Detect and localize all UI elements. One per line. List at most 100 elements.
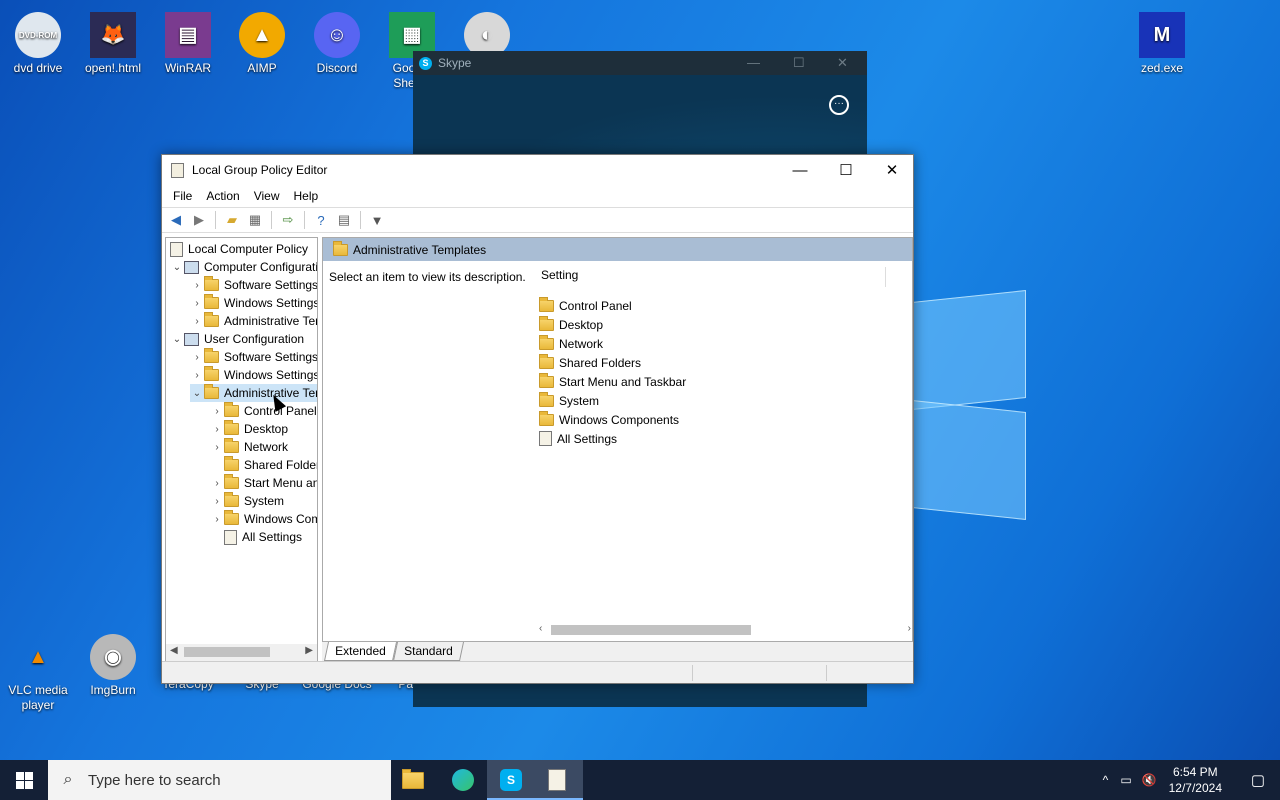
up-folder-icon[interactable]: ▰ xyxy=(222,210,242,230)
show-hide-tree-icon[interactable]: ▦ xyxy=(245,210,265,230)
volume-muted-icon[interactable]: 🔇 xyxy=(1142,773,1157,787)
tree-item[interactable]: › Desktop xyxy=(210,420,288,438)
tree-item[interactable]: › Software Settings xyxy=(190,276,317,294)
expand-arrow-icon[interactable]: › xyxy=(210,442,224,453)
list-item[interactable]: All Settings xyxy=(539,429,617,448)
desktop-icon-open[interactable]: 🦊 open!.html xyxy=(75,8,151,76)
tree-scrollbar[interactable]: ◀ ▶ xyxy=(166,644,317,661)
console-tree[interactable]: Local Computer Policy ⌄ Computer Configura… xyxy=(165,237,318,662)
tab-standard[interactable]: Standard xyxy=(392,642,464,661)
expand-arrow-icon[interactable]: › xyxy=(190,298,204,309)
desktop-icon-discord[interactable]: ☺ Discord xyxy=(299,8,375,76)
desktop-icon-dvd[interactable]: DVD-ROM dvd drive xyxy=(0,8,76,76)
desktop-icon-aimp[interactable]: ▲ AIMP xyxy=(224,8,300,76)
menu-action[interactable]: Action xyxy=(199,189,246,203)
gpe-taskbar-button[interactable] xyxy=(535,760,583,800)
folder-icon xyxy=(224,492,239,507)
maximize-button[interactable]: ☐ xyxy=(823,155,869,185)
tree-item[interactable]: › Software Settings xyxy=(190,348,317,366)
setting-column-header[interactable]: Setting xyxy=(541,268,578,282)
close-button[interactable]: ✕ xyxy=(869,155,915,185)
expand-arrow-icon[interactable]: ⌄ xyxy=(170,334,184,345)
desktop-icon-winrar[interactable]: ▤ WinRAR xyxy=(150,8,226,76)
skype-close-button[interactable]: ✕ xyxy=(837,55,848,71)
menu-view[interactable]: View xyxy=(247,189,287,203)
expand-arrow-icon[interactable]: › xyxy=(190,316,204,327)
help-icon[interactable]: ? xyxy=(311,210,331,230)
expand-arrow-icon[interactable]: › xyxy=(210,478,224,489)
desktop-icon-vlc[interactable]: ▲ VLC media player xyxy=(0,630,76,713)
expand-arrow-icon[interactable]: › xyxy=(210,424,224,435)
edge-taskbar-button[interactable] xyxy=(439,760,487,800)
scroll-left-icon[interactable]: ‹ xyxy=(539,623,542,634)
expand-arrow-icon[interactable]: › xyxy=(210,514,224,525)
group-policy-editor-window[interactable]: Local Group Policy Editor — ☐ ✕ File Act… xyxy=(161,154,914,684)
tree-item[interactable]: › Control Panel xyxy=(210,402,317,420)
tree-item[interactable]: ⌄ User Configuration xyxy=(170,330,304,348)
forward-icon[interactable]: ▶ xyxy=(189,210,209,230)
list-item[interactable]: Start Menu and Taskbar xyxy=(539,372,686,391)
list-item[interactable]: Desktop xyxy=(539,315,603,334)
skype-taskbar-button[interactable]: S xyxy=(487,760,535,800)
list-item[interactable]: Network xyxy=(539,334,603,353)
settings-list[interactable]: Setting Control Panel Desktop Network Share… xyxy=(535,264,912,624)
notifications-icon[interactable]: ▢ xyxy=(1236,771,1280,789)
tree-item[interactable]: › Network xyxy=(210,438,288,456)
list-scroll-thumb[interactable] xyxy=(551,625,751,635)
column-divider[interactable] xyxy=(885,267,886,287)
menu-help[interactable]: Help xyxy=(287,189,326,203)
clock[interactable]: 6:54 PM 12/7/2024 xyxy=(1169,764,1222,796)
skype-more-icon[interactable]: ··· xyxy=(829,95,849,115)
tab-standard-label: Standard xyxy=(403,644,453,658)
expand-arrow-icon[interactable]: › xyxy=(210,496,224,507)
minimize-button[interactable]: — xyxy=(777,155,823,185)
expand-arrow-icon[interactable]: › xyxy=(190,280,204,291)
list-item[interactable]: Windows Components xyxy=(539,410,679,429)
desktop-icon-zed[interactable]: Mzed.exe xyxy=(1124,8,1200,76)
start-button[interactable] xyxy=(0,760,48,800)
file-explorer-taskbar-button[interactable] xyxy=(391,760,439,800)
tree-item[interactable]: › Windows Components xyxy=(210,510,317,528)
properties-icon[interactable]: ▤ xyxy=(334,210,354,230)
aimp-icon: ▲ xyxy=(239,12,285,58)
folder-icon xyxy=(224,474,239,489)
expand-arrow-icon[interactable]: › xyxy=(210,406,224,417)
tree-item[interactable]: All Settings xyxy=(210,528,302,546)
tree-scroll-thumb[interactable] xyxy=(184,647,270,657)
back-icon[interactable]: ◀ xyxy=(166,210,186,230)
tree-item[interactable]: › Start Menu and Taskbar xyxy=(210,474,317,492)
list-item[interactable]: System xyxy=(539,391,599,410)
tab-extended[interactable]: Extended xyxy=(323,642,397,661)
tree-item[interactable]: › System xyxy=(210,492,284,510)
scroll-right-icon[interactable]: ▶ xyxy=(305,645,313,656)
menu-file[interactable]: File xyxy=(166,189,199,203)
tree-item-label: Shared Folders xyxy=(244,458,318,472)
network-icon[interactable]: ▭ xyxy=(1120,773,1131,787)
filter-icon[interactable]: ▼ xyxy=(367,210,387,230)
taskbar-search[interactable]: ⌕ Type here to search xyxy=(48,760,391,800)
scroll-left-icon[interactable]: ◀ xyxy=(170,645,178,656)
list-item[interactable]: Control Panel xyxy=(539,296,632,315)
desktop-icon-label: AIMP xyxy=(247,61,277,75)
tree-item-label: Windows Settings xyxy=(224,368,318,382)
tree-item[interactable]: › Windows Settings xyxy=(190,366,318,384)
tree-item[interactable]: › Administrative Templates xyxy=(190,312,317,330)
expand-arrow-icon[interactable]: › xyxy=(190,352,204,363)
expand-arrow-icon[interactable]: › xyxy=(190,370,204,381)
show-hidden-icons-icon[interactable]: ^ xyxy=(1103,773,1109,787)
tree-item[interactable]: ⌄ Computer Configuration xyxy=(170,258,317,276)
skype-minimize-button[interactable]: — xyxy=(747,55,760,70)
export-list-icon[interactable]: ⇨ xyxy=(278,210,298,230)
expand-arrow-icon[interactable]: ⌄ xyxy=(170,262,184,273)
tree-item[interactable]: › Windows Settings xyxy=(190,294,317,312)
scroll-right-icon[interactable]: › xyxy=(908,623,911,634)
tree-item[interactable]: Local Computer Policy xyxy=(170,240,308,258)
desktop-icon-imgburn[interactable]: ◉ ImgBurn xyxy=(75,630,151,698)
list-item[interactable]: Shared Folders xyxy=(539,353,641,372)
expand-arrow-icon[interactable]: ⌄ xyxy=(190,388,204,399)
list-item-label: Windows Components xyxy=(559,412,680,427)
list-scrollbar[interactable]: ‹ › xyxy=(537,622,912,639)
tree-item[interactable]: Shared Folders xyxy=(210,456,318,474)
skype-maximize-button[interactable]: ☐ xyxy=(793,55,805,71)
tree-item[interactable]: ⌄Administrative Templates xyxy=(190,384,317,402)
